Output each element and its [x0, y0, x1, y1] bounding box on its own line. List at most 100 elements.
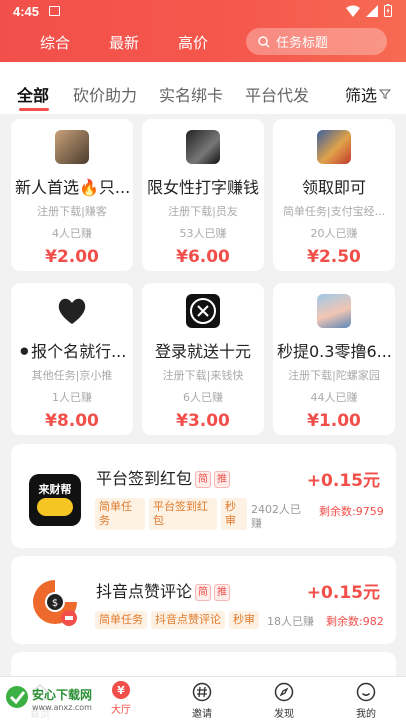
close-circle-icon [186, 294, 220, 328]
battery-icon [384, 4, 392, 17]
task-title: 抖音点赞评论 [96, 582, 193, 601]
laicaibang-logo-icon: 来财帮 [29, 474, 81, 526]
task-title: 平台签到红包 [96, 469, 193, 488]
task-title-row: 抖音点赞评论简推 [96, 578, 231, 602]
task-list-item[interactable]: 来财帮 平台签到红包简推 +0.15元 简单任务 平台签到红包 秒审 2402人… [11, 444, 396, 548]
card-price: ¥2.50 [307, 247, 361, 267]
card-title: 秒提0.3零撸6... [277, 342, 391, 361]
nav-mine[interactable]: 我的 [336, 681, 396, 720]
card-subtitle: 简单任务|支付宝经... [282, 205, 386, 218]
card-price: ¥8.00 [45, 411, 99, 431]
watermark-url: www.anxz.com [32, 703, 92, 712]
simple-badge: 简 [195, 584, 212, 601]
watermark-logo-icon [6, 686, 28, 708]
card-title: 新人首选🔥只... [15, 178, 129, 197]
task-tag: 简单任务 [95, 498, 145, 530]
logo-text: 来财帮 [38, 483, 72, 496]
task-card[interactable]: 新人首选🔥只... 注册下载|赚客 4人已赚 ¥2.00 [11, 119, 133, 271]
card-count: 20人已赚 [310, 227, 358, 240]
nav-discover[interactable]: 发现 [254, 681, 314, 720]
search-placeholder: 任务标题 [276, 36, 329, 51]
nav-invite[interactable]: 邀请 [172, 681, 232, 720]
douyin-task-icon: $ [29, 576, 81, 628]
sort-high-price[interactable]: 高价 [178, 32, 208, 53]
recommend-badge: 推 [214, 471, 231, 488]
task-remaining: 剩余数:982 [326, 615, 384, 628]
task-tag: 秒审 [229, 611, 259, 629]
task-list-item[interactable]: $ 抖音点赞评论简推 +0.15元 简单任务 抖音点赞评论 秒审 18人已赚 剩… [11, 556, 396, 644]
signal-icon [366, 4, 378, 17]
card-title: ⚫报个名就行... [17, 342, 127, 361]
nav-mine-label: 我的 [356, 709, 376, 720]
task-reward: +0.15元 [306, 583, 380, 603]
search-icon [258, 35, 270, 47]
watermark-name: 安心下载网 [32, 688, 93, 702]
card-subtitle: 注册下载|来钱快 [162, 369, 244, 382]
filter-button[interactable]: 筛选 [345, 82, 392, 106]
card-price: ¥6.00 [176, 247, 230, 267]
task-avatar-icon [55, 130, 89, 164]
card-price: ¥3.00 [176, 411, 230, 431]
task-avatar-icon [186, 130, 220, 164]
active-tab-indicator [19, 108, 49, 111]
task-tag: 秒审 [221, 498, 247, 530]
tab-all[interactable]: 全部 [17, 82, 49, 106]
task-card[interactable]: 领取即可 简单任务|支付宝经... 20人已赚 ¥2.50 [273, 119, 395, 271]
hashtag-icon [191, 681, 213, 703]
filter-icon [379, 89, 392, 100]
card-count: 4人已赚 [52, 227, 92, 240]
status-icons [346, 4, 392, 17]
wifi-icon [346, 5, 360, 17]
nav-discover-label: 发现 [274, 709, 294, 720]
task-tag: 抖音点赞评论 [151, 611, 225, 629]
task-card[interactable]: 限女性打字赚钱 注册下载|员友 53人已赚 ¥6.00 [142, 119, 264, 271]
task-card[interactable]: ⚫报个名就行... 其他任务|京小推 1人已赚 ¥8.00 [11, 283, 133, 435]
nav-hall[interactable]: ¥ 大厅 [91, 681, 151, 716]
nav-hall-label: 大厅 [111, 705, 131, 716]
card-price: ¥2.00 [45, 247, 99, 267]
card-title: 领取即可 [301, 178, 366, 197]
compass-icon [273, 681, 295, 703]
filter-label: 筛选 [345, 86, 378, 105]
task-count: 18人已赚 [267, 615, 314, 628]
sort-comprehensive[interactable]: 综合 [40, 32, 70, 53]
task-title-row: 平台签到红包简推 [96, 465, 231, 489]
category-tabs: 全部 砍价助力 实名绑卡 平台代发 筛选 [0, 62, 406, 114]
search-input[interactable]: 任务标题 [246, 28, 387, 55]
card-count: 1人已赚 [52, 391, 92, 404]
card-count: 53人已赚 [179, 227, 227, 240]
task-remaining: 剩余数:9759 [319, 505, 384, 518]
notification-icon [49, 6, 60, 16]
svg-text:$: $ [52, 598, 58, 609]
yen-icon: ¥ [112, 681, 130, 699]
card-subtitle: 其他任务|京小推 [31, 369, 113, 382]
tab-realname-card[interactable]: 实名绑卡 [159, 82, 223, 106]
task-reward: +0.15元 [306, 471, 380, 491]
smile-icon [355, 681, 377, 703]
watermark: 安心下载网 www.anxz.com [0, 680, 100, 720]
status-bar: 4:45 [0, 0, 406, 24]
tab-bargain-help[interactable]: 砍价助力 [73, 82, 137, 106]
card-count: 6人已赚 [183, 391, 223, 404]
card-count: 44人已赚 [310, 391, 358, 404]
status-time: 4:45 [13, 4, 40, 19]
tab-platform-post[interactable]: 平台代发 [245, 82, 309, 106]
task-count: 2402人已赚 [251, 503, 301, 530]
card-subtitle: 注册下载|员友 [168, 205, 238, 218]
header-bar: 4:45 综合 最新 高价 任务标题 [0, 0, 406, 62]
simple-badge: 简 [195, 471, 212, 488]
nav-invite-label: 邀请 [192, 709, 212, 720]
card-subtitle: 注册下载|赚客 [37, 205, 107, 218]
card-subtitle: 注册下载|陀螺家园 [288, 369, 380, 382]
task-tag: 平台签到红包 [149, 498, 217, 530]
task-card[interactable]: 秒提0.3零撸6... 注册下载|陀螺家园 44人已赚 ¥1.00 [273, 283, 395, 435]
task-avatar-icon [317, 130, 351, 164]
task-tag: 简单任务 [95, 611, 147, 629]
sort-latest[interactable]: 最新 [109, 32, 139, 53]
recommend-badge: 推 [214, 584, 231, 601]
heart-icon [55, 294, 89, 328]
task-avatar-icon [317, 294, 351, 328]
card-price: ¥1.00 [307, 411, 361, 431]
task-card[interactable]: 登录就送十元 注册下载|来钱快 6人已赚 ¥3.00 [142, 283, 264, 435]
card-title: 限女性打字赚钱 [146, 178, 259, 197]
